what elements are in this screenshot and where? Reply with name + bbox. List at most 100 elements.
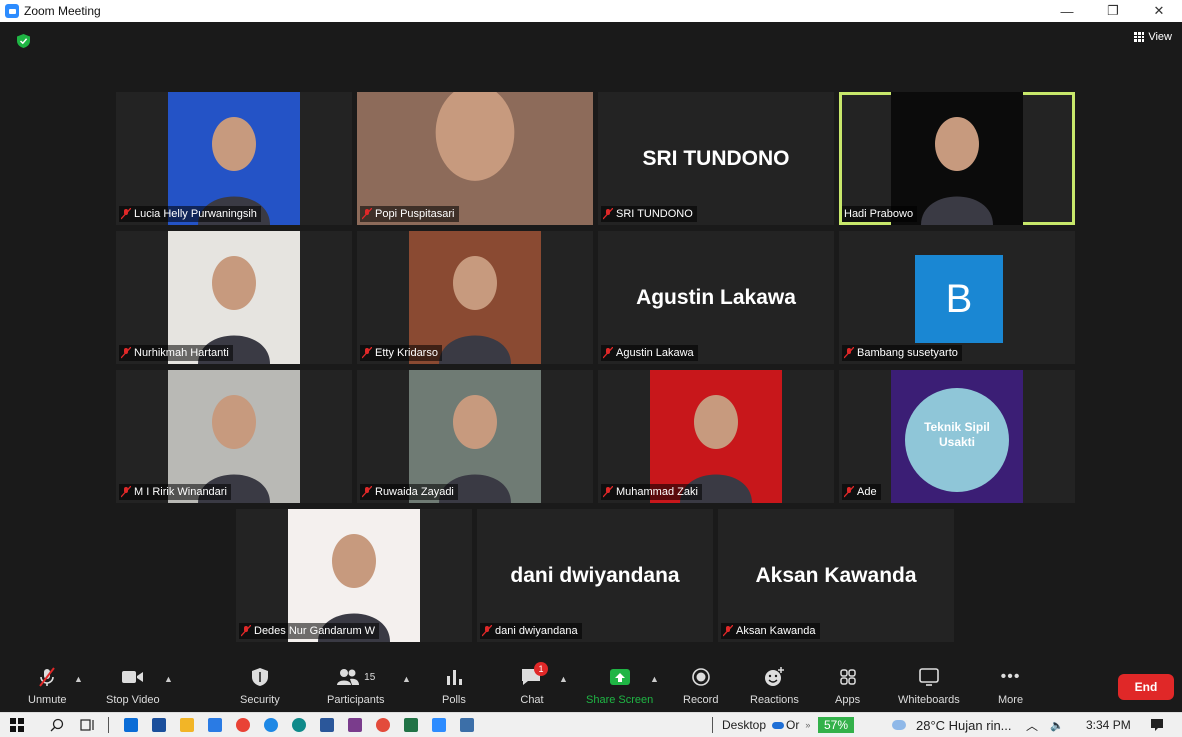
- participant-tile[interactable]: Agustin Lakawa Agustin Lakawa: [598, 231, 834, 364]
- participant-tile[interactable]: dani dwiyandana dani dwiyandana: [477, 509, 713, 642]
- chat-button[interactable]: 1 Chat: [520, 662, 548, 706]
- view-button[interactable]: View: [1134, 31, 1172, 43]
- logo-text-line: Usakti: [938, 435, 976, 449]
- logo-text-line: Teknik Sipil: [924, 420, 990, 434]
- chrome-icon[interactable]: [236, 718, 250, 732]
- media-app-icon[interactable]: [348, 718, 362, 732]
- window-titlebar: Zoom Meeting — ❐ ✕: [0, 0, 1182, 22]
- participant-tile[interactable]: Nurhikmah Hartanti: [116, 231, 352, 364]
- close-button[interactable]: ✕: [1136, 0, 1182, 22]
- participant-display-name: dani dwiyandana: [510, 563, 680, 587]
- apps-icon: [839, 669, 856, 685]
- edge-icon[interactable]: [292, 718, 306, 732]
- chat-unread-badge: 1: [534, 662, 548, 676]
- unmute-button[interactable]: Unmute: [28, 664, 67, 706]
- participant-name-label: Dedes Nur Gandarum W: [239, 623, 380, 639]
- apps-button[interactable]: Apps: [835, 664, 860, 706]
- whiteboard-icon: [919, 668, 939, 686]
- video-options-caret[interactable]: ▲: [164, 674, 173, 684]
- mic-muted-icon: [121, 208, 131, 220]
- participant-name-label: Etty Kridarso: [360, 345, 442, 361]
- file-explorer-icon[interactable]: [180, 718, 194, 732]
- window-title: Zoom Meeting: [24, 4, 101, 18]
- windows-start-icon[interactable]: [10, 718, 24, 732]
- mic-muted-icon: [482, 625, 492, 637]
- security-button[interactable]: Security: [240, 664, 280, 706]
- participant-name-label: Muhammad Zaki: [601, 484, 702, 500]
- polls-icon: [446, 670, 462, 685]
- minimize-button[interactable]: —: [1044, 0, 1090, 22]
- participant-tile[interactable]: Aksan Kawanda Aksan Kawanda: [718, 509, 954, 642]
- participant-name: Hadi Prabowo: [844, 208, 914, 220]
- mic-muted-icon: [844, 347, 854, 359]
- participant-avatar: B: [915, 255, 1003, 343]
- mic-muted-icon: [121, 347, 131, 359]
- record-button[interactable]: Record: [683, 664, 718, 706]
- chrome-profile-icon[interactable]: [376, 718, 390, 732]
- task-view-icon[interactable]: [80, 718, 96, 732]
- participant-tile[interactable]: Etty Kridarso: [357, 231, 593, 364]
- participant-name-label: dani dwiyandana: [480, 623, 582, 639]
- participant-tile[interactable]: Lucia Helly Purwaningsih: [116, 92, 352, 225]
- shield-icon[interactable]: [17, 34, 30, 48]
- participant-tile[interactable]: Popi Puspitasari: [357, 92, 593, 225]
- maximize-button[interactable]: ❐: [1090, 0, 1136, 22]
- participant-name: Ade: [857, 486, 877, 498]
- more-button[interactable]: ••• More: [998, 664, 1023, 706]
- participant-name-label: Aksan Kawanda: [721, 623, 820, 639]
- share-screen-button[interactable]: Share Screen: [586, 664, 653, 706]
- participant-name: Agustin Lakawa: [616, 347, 694, 359]
- clock[interactable]: 3:34 PM: [1086, 713, 1131, 737]
- whiteboards-button[interactable]: Whiteboards: [898, 664, 960, 706]
- store-app-icon[interactable]: [152, 718, 166, 732]
- mic-muted-icon: [241, 625, 251, 637]
- share-screen-caret[interactable]: ▲: [650, 674, 659, 684]
- participant-name-label: SRI TUNDONO: [601, 206, 697, 222]
- participant-tile[interactable]: Hadi Prabowo: [839, 92, 1075, 225]
- end-meeting-button[interactable]: End: [1118, 674, 1174, 700]
- participant-tile[interactable]: M I Ririk Winandari: [116, 370, 352, 503]
- browser-icon[interactable]: [264, 718, 278, 732]
- excel-icon[interactable]: [404, 718, 418, 732]
- participant-tile[interactable]: Ruwaida Zayadi: [357, 370, 593, 503]
- notification-icon[interactable]: [1150, 718, 1164, 732]
- search-icon[interactable]: [50, 718, 64, 732]
- participant-name: dani dwiyandana: [495, 625, 578, 637]
- weather-widget[interactable]: 28°C Hujan rin...: [892, 713, 1012, 737]
- participant-name: Muhammad Zaki: [616, 486, 698, 498]
- participants-icon: [337, 669, 360, 685]
- meeting-toolbar: Unmute ▲ Stop Video ▲ Security 15 Partic…: [0, 660, 1182, 712]
- desktop-toolbar[interactable]: Desktop Or »: [722, 713, 810, 737]
- overflow-chevron-icon[interactable]: »: [805, 720, 810, 730]
- stop-video-button[interactable]: Stop Video: [106, 664, 160, 706]
- mic-muted-icon: [362, 486, 372, 498]
- participant-tile[interactable]: Muhammad Zaki: [598, 370, 834, 503]
- chat-caret[interactable]: ▲: [559, 674, 568, 684]
- polls-button[interactable]: Polls: [442, 664, 466, 706]
- participant-display-name: Aksan Kawanda: [755, 563, 917, 587]
- word-icon[interactable]: [320, 718, 334, 732]
- participants-caret[interactable]: ▲: [402, 674, 411, 684]
- battery-indicator[interactable]: 57%: [818, 713, 855, 737]
- security-shield-icon: [251, 668, 268, 686]
- participant-tile[interactable]: B Bambang susetyarto: [839, 231, 1075, 364]
- participants-count: 15: [364, 671, 376, 683]
- show-hidden-icons[interactable]: ︿: [1026, 713, 1038, 737]
- participant-tile[interactable]: SRI TUNDONO SRI TUNDONO: [598, 92, 834, 225]
- todo-app-icon[interactable]: [208, 718, 222, 732]
- participant-tile[interactable]: Dedes Nur Gandarum W: [236, 509, 472, 642]
- reactions-button[interactable]: Reactions: [750, 664, 799, 706]
- audio-options-caret[interactable]: ▲: [74, 674, 83, 684]
- participant-name-label: Ruwaida Zayadi: [360, 484, 458, 500]
- participants-button[interactable]: 15 Participants: [327, 664, 384, 706]
- participant-name: Popi Puspitasari: [375, 208, 455, 220]
- participant-name: SRI TUNDONO: [616, 208, 693, 220]
- participant-tile[interactable]: Teknik Sipil Usakti Ade: [839, 370, 1075, 503]
- zoom-taskbar-icon[interactable]: [432, 718, 446, 732]
- photos-app-icon[interactable]: [460, 718, 474, 732]
- participant-name-label: Bambang susetyarto: [842, 345, 962, 361]
- taskbar-divider: [108, 717, 109, 733]
- participant-name: Nurhikmah Hartanti: [134, 347, 229, 359]
- mail-app-icon[interactable]: [124, 718, 138, 732]
- volume-icon[interactable]: 🔈: [1050, 713, 1064, 737]
